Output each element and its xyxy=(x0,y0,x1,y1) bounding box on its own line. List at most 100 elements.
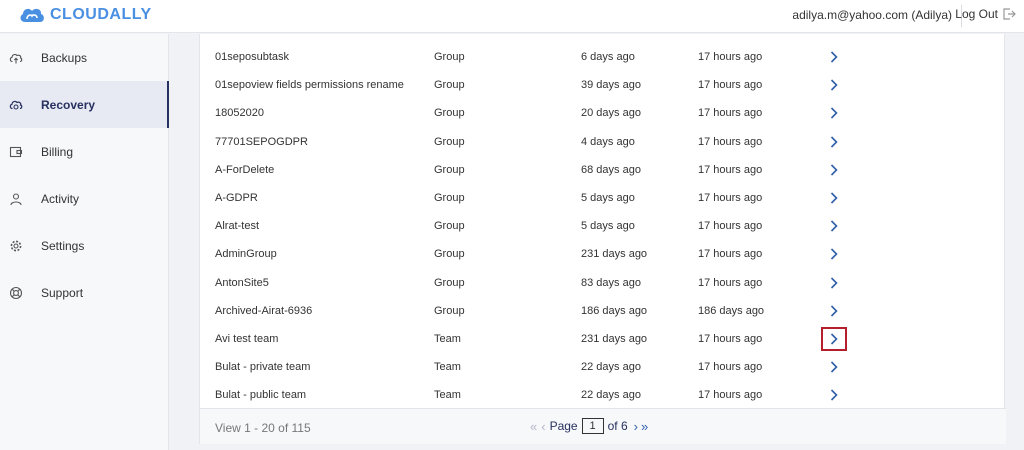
sidebar-item-label: Backups xyxy=(41,50,88,65)
item-created: 5 days ago xyxy=(581,192,635,204)
item-updated: 17 hours ago xyxy=(698,79,763,92)
double-chevron-right-icon[interactable]: » xyxy=(641,419,648,434)
top-bar: CLOUDALLY adilya.m@yahoo.com (Adilya) Lo… xyxy=(0,0,1024,33)
person-icon xyxy=(9,192,23,206)
sidebar-item-label: Recovery xyxy=(41,97,96,112)
item-updated: 17 hours ago xyxy=(698,163,763,176)
item-updated: 17 hours ago xyxy=(698,192,763,204)
item-created: 39 days ago xyxy=(581,79,641,92)
item-name: 77701SEPOGDPR xyxy=(215,135,308,148)
item-type: Group xyxy=(434,107,465,120)
item-type: Group xyxy=(434,248,465,261)
table-row[interactable]: Alrat-test Group 5 days ago 17 hours ago xyxy=(200,212,1006,240)
table-row[interactable]: A-ForDelete Group 68 days ago 17 hours ago xyxy=(200,156,1006,184)
sidebar-item-support[interactable]: Support xyxy=(0,269,168,316)
chevron-right-icon[interactable] xyxy=(823,385,845,405)
item-created: 231 days ago xyxy=(581,333,648,345)
item-updated: 186 days ago xyxy=(698,304,765,317)
item-created: 22 days ago xyxy=(581,389,641,402)
lifebuoy-icon xyxy=(9,286,23,300)
chevron-right-icon[interactable] xyxy=(823,132,845,152)
item-type: Team xyxy=(434,361,461,374)
item-name: Alrat-test xyxy=(215,220,260,233)
table-row[interactable]: 01sepoview fields permissions rename Grou… xyxy=(200,71,1006,99)
item-name: 01seposubtask xyxy=(215,51,289,63)
billing-icon xyxy=(9,145,23,159)
logout-icon xyxy=(1003,8,1016,20)
chevron-right-icon[interactable] xyxy=(823,75,845,95)
table-row[interactable]: Archived-Airat-6936 Group 186 days ago 186 … xyxy=(200,297,1006,325)
sidebar-item-settings[interactable]: Settings xyxy=(0,222,168,269)
table-row[interactable]: Bulat - private team Team 22 days ago 17 ho… xyxy=(200,353,1006,381)
logout-button[interactable]: Log Out xyxy=(955,7,1016,21)
cloud-restore-icon xyxy=(9,98,23,112)
item-name: Bulat - private team xyxy=(215,361,311,374)
chevron-right-icon[interactable] xyxy=(823,273,845,293)
sidebar-item-label: Settings xyxy=(41,238,85,253)
chevron-right-icon[interactable] xyxy=(821,327,847,351)
item-updated: 17 hours ago xyxy=(698,276,763,289)
double-chevron-left-icon[interactable]: « xyxy=(530,419,537,434)
sidebar-item-activity[interactable]: Activity xyxy=(0,175,168,222)
chevron-right-icon[interactable] xyxy=(823,47,845,67)
item-created: 20 days ago xyxy=(581,107,641,120)
chevron-right-icon[interactable] xyxy=(823,357,845,377)
item-type: Group xyxy=(434,163,465,176)
view-count: View 1 - 20 of 115 xyxy=(215,421,311,435)
page-number-input[interactable]: 1 xyxy=(581,418,604,434)
item-type: Team xyxy=(434,389,461,402)
item-name: Avi test team xyxy=(215,333,279,345)
item-type: Group xyxy=(434,276,465,289)
item-created: 22 days ago xyxy=(581,361,641,374)
item-name: A-GDPR xyxy=(215,192,258,204)
cloud-logo-icon xyxy=(20,8,44,22)
page-total: of 6 xyxy=(607,419,628,433)
table-row[interactable]: 18052020 Group 20 days ago 17 hours ago xyxy=(200,99,1006,127)
item-type: Group xyxy=(434,304,465,317)
cloud-upload-icon xyxy=(9,51,23,65)
item-created: 83 days ago xyxy=(581,276,641,289)
cloudally-logo[interactable]: CLOUDALLY xyxy=(18,4,152,26)
item-name: Bulat - public team xyxy=(215,389,307,402)
user-email[interactable]: adilya.m@yahoo.com (Adilya) xyxy=(792,8,952,22)
table-row[interactable]: A-GDPR Group 5 days ago 17 hours ago xyxy=(200,184,1006,212)
table-row[interactable]: AdminGroup Group 231 days ago 17 hours ago xyxy=(200,240,1006,268)
item-created: 5 days ago xyxy=(581,220,635,233)
chevron-right-icon[interactable] xyxy=(823,301,845,321)
chevron-right-icon[interactable] xyxy=(823,216,845,236)
chevron-right-icon[interactable] xyxy=(823,244,845,264)
brand-name: CLOUDALLY xyxy=(50,6,152,23)
chevron-right-icon[interactable]: › xyxy=(634,419,638,434)
sidebar-item-billing[interactable]: Billing xyxy=(0,128,168,175)
chevron-left-icon[interactable]: ‹ xyxy=(541,419,545,434)
item-updated: 17 hours ago xyxy=(698,220,763,233)
chevron-right-icon[interactable] xyxy=(823,160,845,180)
sidebar: Backups Recovery Billing Activity Settin… xyxy=(0,34,169,450)
page-label: Page xyxy=(549,419,578,433)
sidebar-item-backups[interactable]: Backups xyxy=(0,34,168,81)
recovery-table-panel: 01seposubtask Group 6 days ago 17 hours ago… xyxy=(199,34,1006,444)
logout-label: Log Out xyxy=(955,7,998,21)
table-footer: View 1 - 20 of 115 « ‹ Page 1 of 6 › » xyxy=(200,408,1006,444)
item-name: 01sepoview fields permissions rename xyxy=(215,79,404,92)
item-updated: 17 hours ago xyxy=(698,389,763,402)
sidebar-item-label: Support xyxy=(41,285,84,300)
pagination: « ‹ Page 1 of 6 › » xyxy=(530,418,648,434)
item-type: Group xyxy=(434,135,465,148)
sidebar-item-recovery[interactable]: Recovery xyxy=(0,81,169,128)
table-row[interactable]: Avi test team Team 231 days ago 17 hours ag… xyxy=(200,325,1006,353)
table-row[interactable]: Bulat - public team Team 22 days ago 17 hou… xyxy=(200,381,1006,409)
item-created: 231 days ago xyxy=(581,248,648,261)
table-row[interactable]: AntonSite5 Group 83 days ago 17 hours ago xyxy=(200,269,1006,297)
table-row[interactable]: 77701SEPOGDPR Group 4 days ago 17 hours ago xyxy=(200,128,1006,156)
item-updated: 17 hours ago xyxy=(698,107,763,120)
table-row[interactable]: 01seposubtask Group 6 days ago 17 hours ago xyxy=(200,43,1006,71)
item-type: Group xyxy=(434,79,465,92)
chevron-right-icon[interactable] xyxy=(823,188,845,208)
item-updated: 17 hours ago xyxy=(698,361,763,374)
item-name: AntonSite5 xyxy=(215,276,269,289)
chevron-right-icon[interactable] xyxy=(823,103,845,123)
sidebar-item-label: Billing xyxy=(41,144,74,159)
gear-icon xyxy=(9,239,23,253)
item-name: AdminGroup xyxy=(215,248,277,261)
